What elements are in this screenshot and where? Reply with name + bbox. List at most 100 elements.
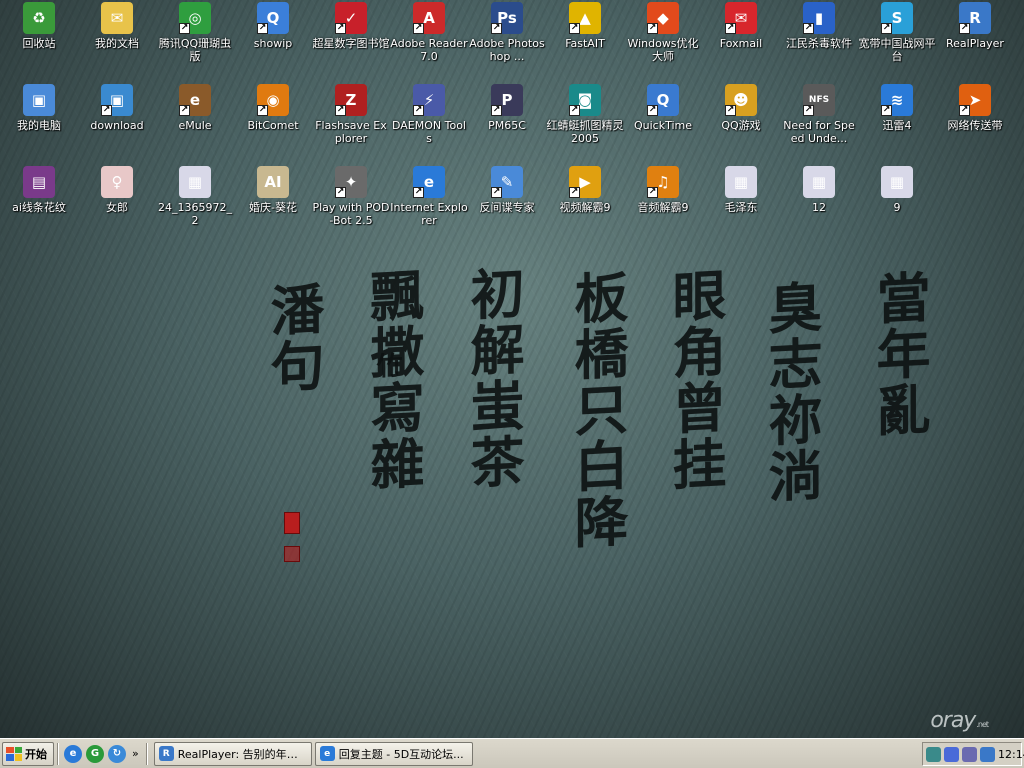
windows-optimizer-icon: ◆ ↗ [647, 2, 679, 34]
desktop-icon[interactable]: ▮ ↗ 江民杀毒软件 [780, 0, 858, 80]
desktop-icon[interactable]: Q ↗ showip [234, 0, 312, 80]
desktop-icon[interactable]: A ↗ Adobe Reader 7.0 [390, 0, 468, 80]
desktop-icon-label: download [90, 119, 144, 132]
shortcut-arrow-icon: ↗ [569, 105, 580, 116]
desktop-icon[interactable]: ✉ ↗ Foxmail [702, 0, 780, 80]
update-quicklaunch-icon[interactable]: ↻ [108, 744, 126, 763]
taskbar-task-button[interactable]: e 回复主题 - 5D互动论坛... [314, 741, 473, 766]
volume-tray-icon[interactable] [962, 746, 977, 762]
desktop-icon[interactable]: ♀ 女郎 [78, 164, 156, 244]
shortcut-arrow-icon: ↗ [179, 105, 190, 116]
desktop-icon[interactable]: ▶ ↗ 视频解霸9 [546, 164, 624, 244]
recycle-bin-icon: ♻ [23, 2, 55, 34]
shortcut-arrow-icon: ↗ [257, 105, 268, 116]
bitcomet-icon: ◉ ↗ [257, 84, 289, 116]
desktop-icon-label: Windows优化大师 [627, 37, 699, 63]
desktop-icon[interactable]: ➤ ↗ 网络传送带 [936, 82, 1014, 162]
desktop-icon[interactable]: AI 婚庆-葵花 [234, 164, 312, 244]
shortcut-arrow-icon: ↗ [101, 105, 112, 116]
antivirus-tray-icon[interactable] [980, 746, 995, 762]
desktop-icon[interactable]: ▦ 24_1365972_2 [156, 164, 234, 244]
desktop-icon[interactable]: ▦ 12 [780, 164, 858, 244]
download-icon: ▣ ↗ [101, 84, 133, 116]
desktop-icon[interactable]: ⚡ ↗ DAEMON Tools [390, 82, 468, 162]
oray-watermark: oray.net [930, 708, 989, 733]
desktop-icon[interactable]: R ↗ RealPlayer [936, 0, 1014, 80]
ie-quicklaunch-icon[interactable]: e [64, 744, 82, 763]
desktop-icon[interactable]: Q ↗ QuickTime [624, 82, 702, 162]
red-dragonfly-capture-icon: ◙ ↗ [569, 84, 601, 116]
shortcut-arrow-icon: ↗ [413, 105, 424, 116]
desktop-icon[interactable]: e ↗ Internet Explorer [390, 164, 468, 244]
broadband-battlenet-icon: S ↗ [881, 2, 913, 34]
anti-spy-icon: ✎ ↗ [491, 166, 523, 198]
my-computer-icon: ▣ [23, 84, 55, 116]
desktop-icon[interactable]: ◆ ↗ Windows优化大师 [624, 0, 702, 80]
desktop-icon[interactable]: ✦ ↗ Play with POD-Bot 2.5 [312, 164, 390, 244]
network-conveyor-icon: ➤ ↗ [959, 84, 991, 116]
desktop-icon[interactable]: ☻ ↗ QQ游戏 [702, 82, 780, 162]
desktop-icon[interactable]: ▣ ↗ download [78, 82, 156, 162]
desktop-icon[interactable]: ♻ 回收站 [0, 0, 78, 80]
desktop-icon[interactable]: ✎ ↗ 反间谍专家 [468, 164, 546, 244]
desktop-icon[interactable]: ≋ ↗ 迅雷4 [858, 82, 936, 162]
shortcut-arrow-icon: ↗ [647, 187, 658, 198]
desktop-icon[interactable]: ▦ 9 [858, 164, 936, 244]
emule-icon: e ↗ [179, 84, 211, 116]
shortcut-arrow-icon: ↗ [725, 23, 736, 34]
desktop-icon[interactable]: ▦ 毛泽东 [702, 164, 780, 244]
quicklaunch-more-button[interactable]: » [132, 747, 139, 760]
shortcut-arrow-icon: ↗ [257, 23, 268, 34]
clock[interactable]: 12:14 [998, 748, 1024, 761]
desktop-icon[interactable]: ✉ 我的文档 [78, 0, 156, 80]
need-for-speed-icon: NFS ↗ [803, 84, 835, 116]
shortcut-arrow-icon: ↗ [959, 23, 970, 34]
desktop-icon-label: 24_1365972_2 [158, 201, 232, 227]
desktop-icon-label: 女郎 [106, 201, 128, 214]
video-player-icon: ▶ ↗ [569, 166, 601, 198]
desktop-icon[interactable]: S ↗ 宽带中国战网平台 [858, 0, 936, 80]
desktop-icon[interactable]: ✓ ↗ 超星数字图书馆 [312, 0, 390, 80]
desktop-icon-label: 婚庆-葵花 [249, 201, 297, 214]
shortcut-arrow-icon: ↗ [881, 23, 892, 34]
desktop-icon[interactable]: Ps ↗ Adobe Photoshop ... [468, 0, 546, 80]
desktop-icon[interactable]: ▲ ↗ FastAIT [546, 0, 624, 80]
shortcut-arrow-icon: ↗ [491, 23, 502, 34]
shortcut-arrow-icon: ↗ [959, 105, 970, 116]
calligraphy-column-3: 眼角曾挂 [663, 266, 727, 494]
start-label: 开始 [25, 747, 47, 761]
desktop-icon[interactable]: ▣ 我的电脑 [0, 82, 78, 162]
desktop-icon[interactable]: NFS ↗ Need for Speed Unde... [780, 82, 858, 162]
flashsave-icon: Z ↗ [335, 84, 367, 116]
desktop-icon-label: 迅雷4 [882, 119, 912, 132]
shortcut-arrow-icon: ↗ [803, 23, 814, 34]
desktop-icon[interactable]: e ↗ eMule [156, 82, 234, 162]
desktop-icon[interactable]: ◉ ↗ BitComet [234, 82, 312, 162]
desktop-icon[interactable]: ◎ ↗ 腾讯QQ珊瑚虫版 [156, 0, 234, 80]
system-tray: 12:14 [922, 742, 1024, 766]
desktop-icon[interactable]: P ↗ PM65C [468, 82, 546, 162]
shortcut-arrow-icon: ↗ [179, 23, 190, 34]
qq-tray-icon[interactable] [944, 746, 959, 762]
desktop-icon[interactable]: ◙ ↗ 红蜻蜓抓图精灵2005 [546, 82, 624, 162]
desktop-icon[interactable]: Z ↗ Flashsave Explorer [312, 82, 390, 162]
qq-game-icon: ☻ ↗ [725, 84, 757, 116]
shortcut-arrow-icon: ↗ [881, 105, 892, 116]
jiangmin-antivirus-icon: ▮ ↗ [803, 2, 835, 34]
desktop[interactable]: 當年亂 臭志祢淌 眼角曾挂 板橋只白降 初解蚩茶 飄撒寫雜 竹 潘句 ♻ 回收站 ✉… [0, 0, 1024, 738]
desktop-icon-label: 网络传送带 [947, 119, 1003, 132]
showip-icon: Q ↗ [257, 2, 289, 34]
desktop-icon[interactable]: ▤ ai线条花纹 [0, 164, 78, 244]
document-file-icon: ▦ [803, 166, 835, 198]
desktop-icon-label: 我的电脑 [17, 119, 61, 132]
desktop-icon-label: 毛泽东 [724, 201, 758, 214]
taskbar-task-button[interactable]: R RealPlayer: 告别的年代... [153, 741, 312, 766]
superstar-library-icon: ✓ ↗ [335, 2, 367, 34]
ai-file-icon: AI [257, 166, 289, 198]
network-tray-icon[interactable] [926, 746, 941, 762]
start-button[interactable]: 开始 [2, 741, 54, 766]
desktop-icon[interactable]: ♫ ↗ 音频解霸9 [624, 164, 702, 244]
green-browser-quicklaunch-icon[interactable]: G [86, 744, 104, 763]
pm65c-icon: P ↗ [491, 84, 523, 116]
daemon-tools-icon: ⚡ ↗ [413, 84, 445, 116]
